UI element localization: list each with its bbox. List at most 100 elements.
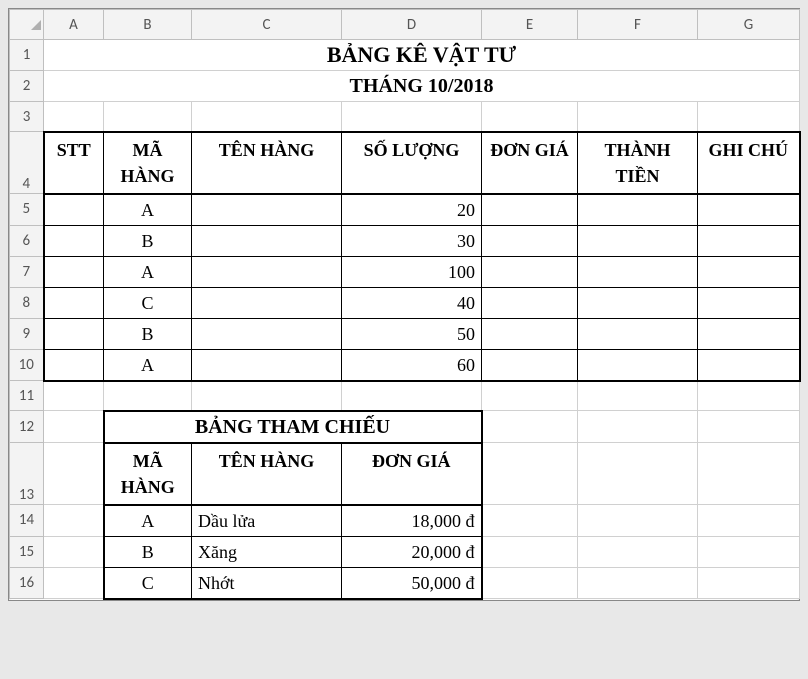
cell[interactable] [342, 102, 482, 132]
cell[interactable] [192, 102, 342, 132]
cell[interactable] [578, 256, 698, 287]
cell[interactable] [698, 194, 800, 226]
cell[interactable] [482, 349, 578, 381]
cell[interactable] [578, 567, 698, 599]
cell[interactable] [192, 381, 342, 411]
cell[interactable] [578, 225, 698, 256]
cell[interactable] [578, 349, 698, 381]
cell[interactable] [578, 536, 698, 567]
row-header-14[interactable]: 14 [10, 505, 44, 537]
cell[interactable] [482, 381, 578, 411]
cell-subtitle[interactable]: THÁNG 10/2018 [44, 71, 800, 102]
cell[interactable] [44, 225, 104, 256]
col-header-A[interactable]: A [44, 10, 104, 40]
cell[interactable] [578, 505, 698, 537]
cell[interactable] [698, 536, 800, 567]
cell[interactable] [44, 411, 104, 443]
cell[interactable] [698, 102, 800, 132]
cell[interactable]: B [104, 318, 192, 349]
cell-header-thanhtien[interactable]: THÀNH TIỀN [578, 132, 698, 194]
cell[interactable] [482, 225, 578, 256]
cell[interactable] [482, 256, 578, 287]
cell[interactable] [482, 318, 578, 349]
col-header-G[interactable]: G [698, 10, 800, 40]
cell[interactable] [698, 349, 800, 381]
row-header-5[interactable]: 5 [10, 194, 44, 226]
cell[interactable]: Nhớt [192, 567, 342, 599]
cell[interactable] [698, 567, 800, 599]
cell[interactable]: Dầu lửa [192, 505, 342, 537]
row-header-10[interactable]: 10 [10, 349, 44, 381]
row-header-12[interactable]: 12 [10, 411, 44, 443]
cell[interactable] [482, 194, 578, 226]
cell[interactable]: 18,000 đ [342, 505, 482, 537]
row-header-11[interactable]: 11 [10, 381, 44, 411]
cell-header-tenhang[interactable]: TÊN HÀNG [192, 132, 342, 194]
cell[interactable] [44, 318, 104, 349]
cell[interactable] [192, 287, 342, 318]
col-header-D[interactable]: D [342, 10, 482, 40]
cell[interactable]: 40 [342, 287, 482, 318]
cell[interactable] [578, 381, 698, 411]
cell[interactable] [482, 443, 578, 505]
cell[interactable] [482, 411, 578, 443]
cell[interactable] [578, 194, 698, 226]
cell[interactable] [192, 349, 342, 381]
cell[interactable] [698, 318, 800, 349]
cell[interactable] [698, 256, 800, 287]
col-header-C[interactable]: C [192, 10, 342, 40]
cell-ref-title[interactable]: BẢNG THAM CHIẾU [104, 411, 482, 443]
cell[interactable] [698, 381, 800, 411]
cell[interactable]: B [104, 225, 192, 256]
cell-header-mahang[interactable]: MÃ HÀNG [104, 132, 192, 194]
row-header-6[interactable]: 6 [10, 225, 44, 256]
cell[interactable] [578, 102, 698, 132]
cell[interactable]: Xăng [192, 536, 342, 567]
cell[interactable] [482, 567, 578, 599]
row-header-16[interactable]: 16 [10, 567, 44, 599]
cell[interactable] [698, 287, 800, 318]
row-header-8[interactable]: 8 [10, 287, 44, 318]
cell[interactable] [104, 102, 192, 132]
cell[interactable] [44, 256, 104, 287]
cell[interactable]: A [104, 256, 192, 287]
cell[interactable] [192, 225, 342, 256]
cell[interactable]: 60 [342, 349, 482, 381]
cell[interactable] [44, 287, 104, 318]
cell[interactable]: 20 [342, 194, 482, 226]
row-header-7[interactable]: 7 [10, 256, 44, 287]
cell-title[interactable]: BẢNG KÊ VẬT TƯ [44, 40, 800, 71]
cell[interactable] [482, 102, 578, 132]
cell[interactable] [44, 102, 104, 132]
cell[interactable] [482, 505, 578, 537]
cell-refh-tenhang[interactable]: TÊN HÀNG [192, 443, 342, 505]
cell[interactable]: C [104, 567, 192, 599]
row-header-9[interactable]: 9 [10, 318, 44, 349]
cell[interactable] [698, 505, 800, 537]
cell[interactable] [578, 318, 698, 349]
select-all-corner[interactable] [10, 10, 44, 40]
cell[interactable] [698, 225, 800, 256]
row-header-15[interactable]: 15 [10, 536, 44, 567]
cell[interactable]: B [104, 536, 192, 567]
col-header-E[interactable]: E [482, 10, 578, 40]
cell[interactable] [44, 381, 104, 411]
cell[interactable] [698, 443, 800, 505]
cell-refh-mahang[interactable]: MÃ HÀNG [104, 443, 192, 505]
cell[interactable] [192, 318, 342, 349]
cell[interactable]: 100 [342, 256, 482, 287]
cell[interactable] [192, 194, 342, 226]
cell[interactable]: 30 [342, 225, 482, 256]
cell[interactable] [482, 536, 578, 567]
cell[interactable] [578, 443, 698, 505]
cell[interactable] [698, 411, 800, 443]
cell[interactable] [104, 381, 192, 411]
cell[interactable] [192, 256, 342, 287]
cell-header-stt[interactable]: STT [44, 132, 104, 194]
col-header-B[interactable]: B [104, 10, 192, 40]
cell[interactable]: A [104, 349, 192, 381]
cell[interactable]: 20,000 đ [342, 536, 482, 567]
cell[interactable] [44, 443, 104, 505]
cell-refh-dongia[interactable]: ĐƠN GIÁ [342, 443, 482, 505]
cell-header-soluong[interactable]: SỐ LƯỢNG [342, 132, 482, 194]
